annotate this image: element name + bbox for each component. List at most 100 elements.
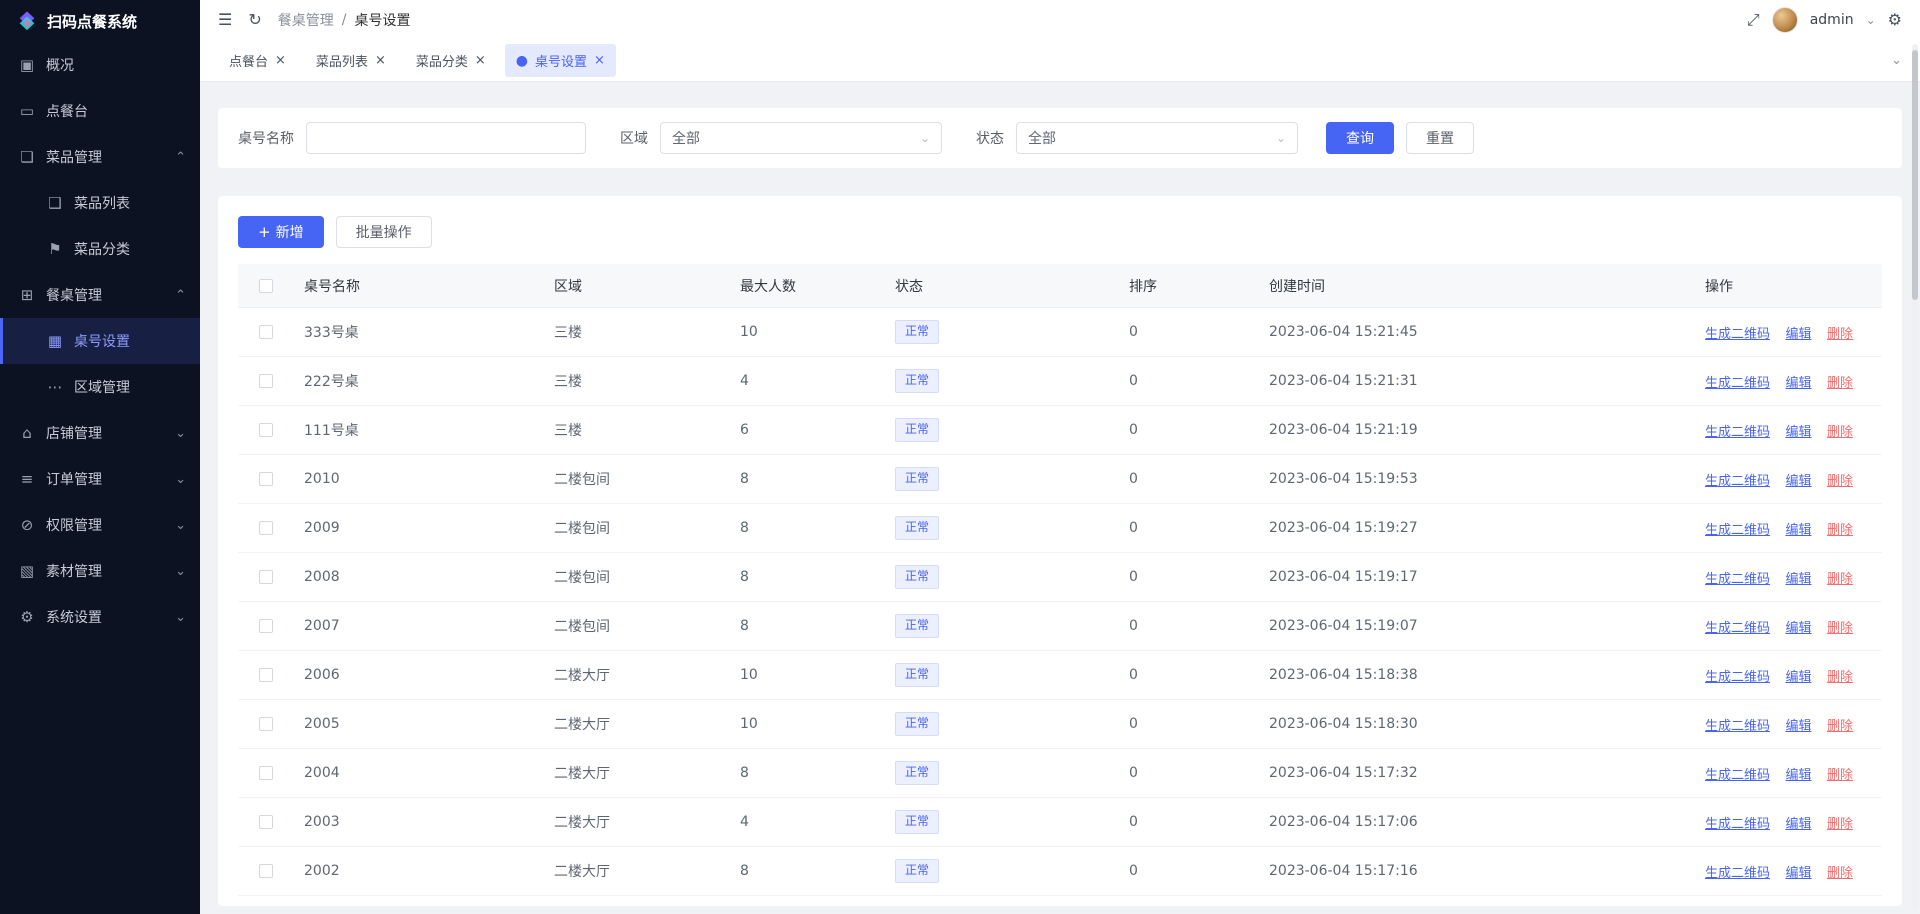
row-checkbox[interactable] [259, 717, 273, 731]
generate-qrcode-link[interactable]: 生成二维码 [1705, 572, 1770, 587]
delete-link[interactable]: 删除 [1827, 817, 1853, 832]
generate-qrcode-link[interactable]: 生成二维码 [1705, 376, 1770, 391]
sidebar-item-概况[interactable]: ▣ 概况 [0, 42, 200, 88]
cell-created-time: 2023-06-04 15:21:31 [1259, 373, 1695, 389]
area-select[interactable]: 全部 ⌄ [660, 122, 942, 154]
fullscreen-icon[interactable]: ⤢ [1747, 12, 1760, 28]
cell-table-name: 2002 [294, 863, 544, 879]
row-checkbox[interactable] [259, 766, 273, 780]
batch-operation-button[interactable]: 批量操作 [336, 216, 432, 248]
reset-button[interactable]: 重置 [1406, 122, 1474, 154]
edit-link[interactable]: 编辑 [1785, 425, 1811, 440]
table-row: 2005 二楼大厅 10 正常 0 2023-06-04 15:18:30 生成… [238, 700, 1882, 749]
add-button[interactable]: + 新增 [238, 216, 324, 248]
sidebar-item-订单管理[interactable]: ≡ 订单管理 ⌄ [0, 456, 200, 502]
delete-link[interactable]: 删除 [1827, 425, 1853, 440]
chevron-down-icon[interactable]: ⌄ [1866, 13, 1876, 27]
generate-qrcode-link[interactable]: 生成二维码 [1705, 327, 1770, 342]
row-checkbox[interactable] [259, 472, 273, 486]
generate-qrcode-link[interactable]: 生成二维码 [1705, 621, 1770, 636]
sidebar-item-菜品列表[interactable]: ❑ 菜品列表 [0, 180, 200, 226]
delete-link[interactable]: 删除 [1827, 768, 1853, 783]
generate-qrcode-link[interactable]: 生成二维码 [1705, 817, 1770, 832]
row-checkbox[interactable] [259, 423, 273, 437]
row-checkbox[interactable] [259, 374, 273, 388]
delete-link[interactable]: 删除 [1827, 474, 1853, 489]
status-select[interactable]: 全部 ⌄ [1016, 122, 1298, 154]
table-toolbar: + 新增 批量操作 [238, 216, 1882, 248]
generate-qrcode-link[interactable]: 生成二维码 [1705, 768, 1770, 783]
edit-link[interactable]: 编辑 [1785, 327, 1811, 342]
sidebar-item-区域管理[interactable]: ⋯ 区域管理 [0, 364, 200, 410]
row-checkbox[interactable] [259, 570, 273, 584]
edit-link[interactable]: 编辑 [1785, 523, 1811, 538]
select-all-checkbox[interactable] [259, 279, 273, 293]
tab-close-icon[interactable]: × [375, 53, 386, 68]
refresh-icon[interactable]: ↻ [248, 12, 261, 28]
sidebar-item-餐桌管理[interactable]: ⊞ 餐桌管理 ⌃ [0, 272, 200, 318]
delete-link[interactable]: 删除 [1827, 866, 1853, 881]
delete-link[interactable]: 删除 [1827, 327, 1853, 342]
sidebar-item-素材管理[interactable]: ▧ 素材管理 ⌄ [0, 548, 200, 594]
delete-link[interactable]: 删除 [1827, 670, 1853, 685]
generate-qrcode-link[interactable]: 生成二维码 [1705, 474, 1770, 489]
edit-link[interactable]: 编辑 [1785, 866, 1811, 881]
tab-close-icon[interactable]: × [594, 53, 605, 68]
cell-status: 正常 [885, 614, 1119, 638]
edit-link[interactable]: 编辑 [1785, 572, 1811, 587]
delete-link[interactable]: 删除 [1827, 719, 1853, 734]
row-checkbox-cell [238, 325, 294, 339]
row-checkbox[interactable] [259, 619, 273, 633]
sidebar-item-菜品分类[interactable]: ⚑ 菜品分类 [0, 226, 200, 272]
row-checkbox[interactable] [259, 815, 273, 829]
edit-link[interactable]: 编辑 [1785, 621, 1811, 636]
edit-link[interactable]: 编辑 [1785, 768, 1811, 783]
row-checkbox[interactable] [259, 668, 273, 682]
delete-link[interactable]: 删除 [1827, 376, 1853, 391]
avatar[interactable] [1772, 7, 1798, 33]
hamburger-menu-icon[interactable]: ☰ [218, 12, 232, 28]
generate-qrcode-link[interactable]: 生成二维码 [1705, 866, 1770, 881]
edit-link[interactable]: 编辑 [1785, 817, 1811, 832]
sidebar-item-权限管理[interactable]: ⊘ 权限管理 ⌄ [0, 502, 200, 548]
cell-area: 三楼 [544, 322, 730, 342]
tab-close-icon[interactable]: × [475, 53, 486, 68]
gear-icon[interactable]: ⚙ [1888, 12, 1902, 28]
tab-菜品列表[interactable]: 菜品列表 × [305, 44, 397, 77]
delete-link[interactable]: 删除 [1827, 621, 1853, 636]
edit-link[interactable]: 编辑 [1785, 670, 1811, 685]
edit-link[interactable]: 编辑 [1785, 719, 1811, 734]
tab-close-icon[interactable]: × [275, 53, 286, 68]
search-button[interactable]: 查询 [1326, 122, 1394, 154]
dish-icon: ❏ [18, 148, 36, 166]
delete-link[interactable]: 删除 [1827, 523, 1853, 538]
breadcrumb-item-parent[interactable]: 餐桌管理 [278, 10, 334, 30]
user-name[interactable]: admin [1810, 12, 1854, 28]
row-checkbox[interactable] [259, 864, 273, 878]
cell-sort: 0 [1119, 618, 1259, 634]
generate-qrcode-link[interactable]: 生成二维码 [1705, 719, 1770, 734]
table-card: + 新增 批量操作 桌号名称区域最大人数状态排序创建时间操作 333号桌 [218, 196, 1902, 906]
generate-qrcode-link[interactable]: 生成二维码 [1705, 425, 1770, 440]
edit-link[interactable]: 编辑 [1785, 474, 1811, 489]
sidebar-item-菜品管理[interactable]: ❏ 菜品管理 ⌃ [0, 134, 200, 180]
sidebar-item-店铺管理[interactable]: ⌂ 店铺管理 ⌄ [0, 410, 200, 456]
generate-qrcode-link[interactable]: 生成二维码 [1705, 670, 1770, 685]
tab-点餐台[interactable]: 点餐台 × [218, 44, 297, 77]
tabbar-collapse-icon[interactable]: ⌄ [1891, 53, 1902, 68]
scrollbar-thumb[interactable] [1912, 50, 1918, 300]
sidebar-item-点餐台[interactable]: ▭ 点餐台 [0, 88, 200, 134]
generate-qrcode-link[interactable]: 生成二维码 [1705, 523, 1770, 538]
tab-菜品分类[interactable]: 菜品分类 × [405, 44, 497, 77]
row-checkbox[interactable] [259, 325, 273, 339]
row-checkbox[interactable] [259, 521, 273, 535]
sidebar-item-系统设置[interactable]: ⚙ 系统设置 ⌄ [0, 594, 200, 640]
table-name-input[interactable] [307, 123, 585, 153]
app-root: 扫码点餐系统 ▣ 概况 ▭ 点餐台 ❏ 菜品管理 ⌃ ❑ 菜品列表 ⚑ 菜品分类… [0, 0, 1920, 914]
cell-created-time: 2023-06-04 15:17:16 [1259, 863, 1695, 879]
delete-link[interactable]: 删除 [1827, 572, 1853, 587]
tab-桌号设置[interactable]: ● 桌号设置 × [505, 44, 616, 77]
sidebar-item-桌号设置[interactable]: ▦ 桌号设置 [0, 318, 200, 364]
edit-link[interactable]: 编辑 [1785, 376, 1811, 391]
cell-area: 二楼包间 [544, 469, 730, 489]
